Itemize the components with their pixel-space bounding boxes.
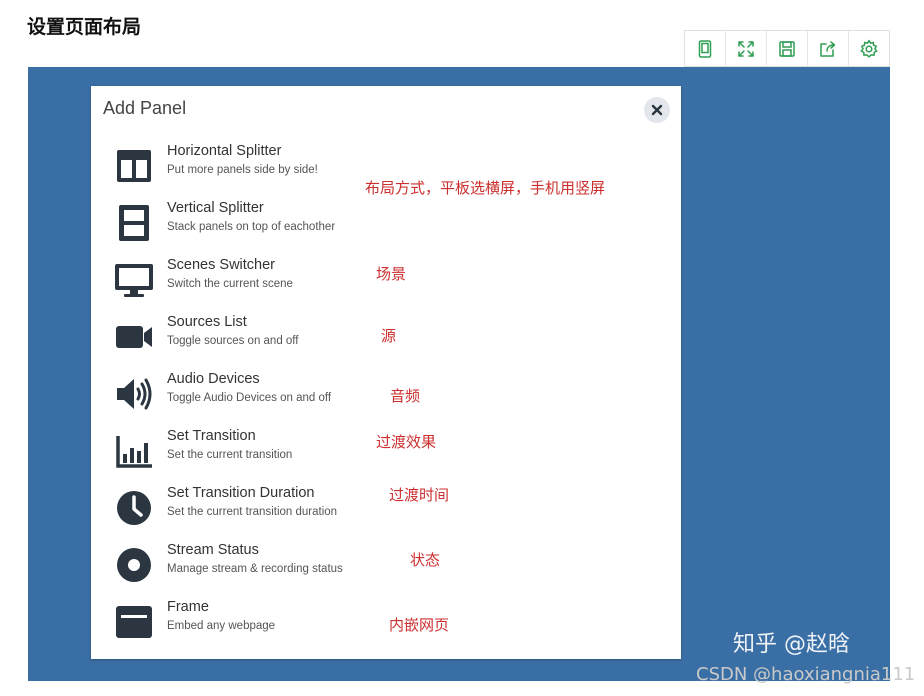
gear-icon [860,38,878,58]
tablet-view-button[interactable] [685,31,726,66]
fullscreen-button[interactable] [726,31,767,66]
panel-item-name: Set Transition [167,428,256,444]
annotation-status: 状态 [410,551,441,569]
horizontal-splitter-icon [111,146,157,186]
share-button[interactable] [808,31,849,66]
panel-item-desc: Manage stream & recording status [167,563,343,575]
panel-item-set-transition[interactable]: Set Transition Set the current transitio… [111,427,411,475]
csdn-watermark: CSDN @haoxiangnia111 [696,664,916,685]
tablet-icon [698,39,712,58]
panel-item-desc: Set the current transition duration [167,506,338,518]
frame-icon [111,602,157,642]
panel-item-desc: Toggle Audio Devices on and off [167,392,332,404]
add-panel-dialog: Add Panel Horizontal Splitter Put more p… [91,86,681,659]
panel-item-name: Set Transition Duration [167,485,315,501]
clock-icon [111,488,157,528]
monitor-icon [111,260,157,300]
save-icon [779,40,795,57]
panel-item-set-transition-duration[interactable]: Set Transition Duration Set the current … [111,484,411,532]
panel-item-name: Vertical Splitter [167,200,264,216]
panel-item-desc: Toggle sources on and off [167,335,299,347]
panel-item-name: Audio Devices [167,371,260,387]
save-button[interactable] [767,31,808,66]
panel-item-desc: Set the current transition [167,449,293,461]
panel-item-scenes-switcher[interactable]: Scenes Switcher Switch the current scene [111,256,411,304]
dialog-title: Add Panel [103,98,187,118]
annotation-transition: 过渡效果 [376,433,437,451]
panel-item-desc: Switch the current scene [167,278,293,290]
panel-item-desc: Put more panels side by side! [167,164,318,176]
panel-item-name: Horizontal Splitter [167,143,282,159]
annotation-source: 源 [381,327,397,345]
record-icon [111,545,157,585]
page-title: 设置页面布局 [27,16,142,38]
fullscreen-icon [738,40,754,57]
annotation-scene: 场景 [376,265,407,283]
panel-item-frame[interactable]: Frame Embed any webpage [111,598,411,646]
bar-chart-icon [111,431,157,471]
panel-item-audio-devices[interactable]: Audio Devices Toggle Audio Devices on an… [111,370,411,418]
panel-item-stream-status[interactable]: Stream Status Manage stream & recording … [111,541,411,589]
annotation-transition-time: 过渡时间 [389,486,450,504]
panel-item-name: Scenes Switcher [167,257,275,273]
panel-item-name: Frame [167,599,209,615]
panel-item-desc: Embed any webpage [167,620,276,632]
panel-item-name: Sources List [167,314,247,330]
annotation-layout: 布局方式，平板选横屏，手机用竖屏 [365,179,606,197]
close-icon [651,104,663,116]
video-camera-icon [111,317,157,357]
speaker-icon [111,374,157,414]
close-button[interactable] [644,97,670,123]
panel-item-sources-list[interactable]: Sources List Toggle sources on and off [111,313,411,361]
settings-button[interactable] [849,31,889,66]
annotation-audio: 音频 [390,387,421,405]
panel-item-vertical-splitter[interactable]: Vertical Splitter Stack panels on top of… [111,199,411,247]
panel-item-desc: Stack panels on top of eachother [167,221,336,233]
share-icon [820,40,836,57]
vertical-splitter-icon [111,203,157,243]
annotation-frame: 内嵌网页 [389,616,450,634]
zhihu-watermark: 知乎 @赵晗 [733,632,850,657]
panel-item-name: Stream Status [167,542,259,558]
toolbar [684,30,890,67]
